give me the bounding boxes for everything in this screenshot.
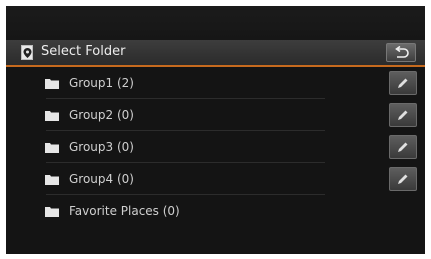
back-button[interactable] (386, 43, 416, 62)
folder-label: Group3 (0) (69, 140, 134, 154)
folder-label: Group1 (2) (69, 76, 134, 90)
screen: Select Folder Group1 (2) Group2 (0) Grou… (6, 6, 425, 254)
back-arrow-icon (395, 46, 409, 58)
pencil-icon (398, 110, 408, 120)
folder-label: Favorite Places (0) (69, 204, 180, 218)
folder-icon (45, 111, 59, 121)
folder-row[interactable]: Group1 (2) (6, 67, 425, 99)
header-bar: Select Folder (6, 40, 425, 67)
folder-icon (45, 207, 59, 217)
folder-row[interactable]: Group2 (0) (6, 99, 425, 131)
folder-row[interactable]: Group4 (0) (6, 163, 425, 195)
pencil-icon (398, 142, 408, 152)
top-bar (6, 6, 425, 40)
edit-folder-button[interactable] (389, 103, 417, 127)
folder-label: Group4 (0) (69, 172, 134, 186)
folder-icon (45, 79, 59, 89)
folder-row[interactable]: Group3 (0) (6, 131, 425, 163)
page-title: Select Folder (41, 44, 126, 59)
folder-list: Group1 (2) Group2 (0) Group3 (0) Group4 … (6, 67, 425, 227)
folder-icon (45, 175, 59, 185)
edit-folder-button[interactable] (389, 167, 417, 191)
edit-folder-button[interactable] (389, 71, 417, 95)
folder-icon (45, 143, 59, 153)
pencil-icon (398, 78, 408, 88)
folder-select-icon (21, 45, 33, 60)
folder-row[interactable]: Favorite Places (0) (6, 195, 425, 227)
edit-folder-button[interactable] (389, 135, 417, 159)
folder-label: Group2 (0) (69, 108, 134, 122)
pencil-icon (398, 174, 408, 184)
